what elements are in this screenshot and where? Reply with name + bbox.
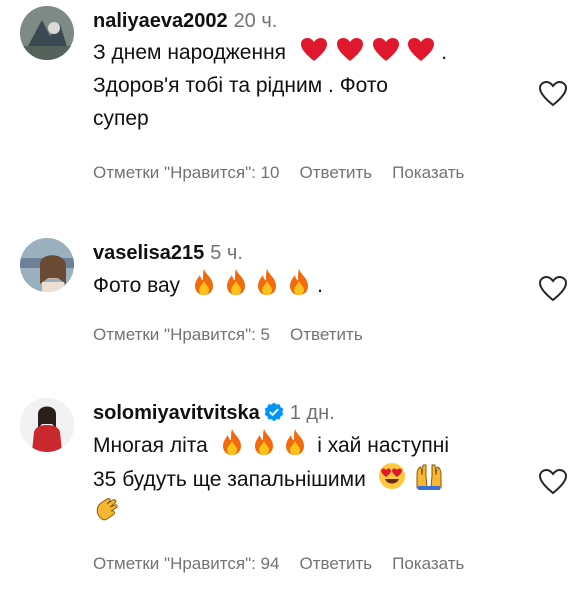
red-heart-icon <box>407 37 435 63</box>
comment-actions: Отметки "Нравится": 5 Ответить <box>93 325 383 345</box>
reply-button[interactable]: Ответить <box>299 554 372 573</box>
reply-button[interactable]: Ответить <box>290 325 363 344</box>
fire-icon <box>192 268 216 296</box>
heart-eyes-icon <box>378 462 406 490</box>
fire-icon <box>255 268 279 296</box>
fire-icon <box>287 268 311 296</box>
emoji-group <box>190 269 317 297</box>
red-heart-icon <box>300 37 328 63</box>
raising-hands-icon <box>414 462 444 490</box>
show-replies-button[interactable]: Показать <box>392 554 464 573</box>
likes-count[interactable]: Отметки "Нравится": 10 <box>93 163 279 182</box>
show-replies-button[interactable]: Показать <box>392 163 464 182</box>
emoji-group <box>298 38 441 64</box>
reply-button[interactable]: Ответить <box>299 163 372 182</box>
like-heart-icon[interactable] <box>538 275 568 303</box>
comment-line: З днем народження <box>93 41 287 64</box>
fire-icon <box>252 428 276 456</box>
avatar[interactable] <box>20 238 74 292</box>
avatar[interactable] <box>20 6 74 60</box>
comment-header: solomiyavitvitska 1 дн. <box>93 400 542 426</box>
comment-header: naliyaeva2002 20 ч. <box>93 8 542 34</box>
comment-text: Фото вау . <box>93 268 542 302</box>
timestamp: 1 дн. <box>289 402 335 424</box>
comment-line: Многая літа <box>93 434 208 457</box>
comment-line: 35 будуть ще запальнішими <box>93 468 366 491</box>
like-heart-icon[interactable] <box>538 468 568 496</box>
likes-count[interactable]: Отметки "Нравится": 94 <box>93 554 279 573</box>
emoji-group <box>218 429 314 457</box>
clapping-hands-icon <box>93 496 121 524</box>
comment-text: Многая літа і хай наступні 35 будуть ще … <box>93 428 542 530</box>
avatar[interactable] <box>20 398 74 452</box>
line-suffix: . <box>441 41 448 64</box>
username[interactable]: vaselisa215 <box>93 242 204 264</box>
line-suffix: . <box>317 274 324 297</box>
username[interactable]: naliyaeva2002 <box>93 10 228 32</box>
comment-line: супер <box>93 107 149 130</box>
comment-actions: Отметки "Нравится": 10 Ответить Показать <box>93 163 484 183</box>
red-heart-icon <box>372 37 400 63</box>
comment-actions: Отметки "Нравится": 94 Ответить Показать <box>93 554 484 574</box>
comment-line: і хай наступні <box>317 434 449 457</box>
red-heart-icon <box>336 37 364 63</box>
fire-icon <box>224 268 248 296</box>
timestamp: 20 ч. <box>233 10 278 32</box>
verified-badge-icon <box>264 402 284 422</box>
fire-icon <box>220 428 244 456</box>
like-heart-icon[interactable] <box>538 80 568 108</box>
fire-icon <box>283 428 307 456</box>
comment-header: vaselisa215 5 ч. <box>93 240 542 266</box>
timestamp: 5 ч. <box>210 242 243 264</box>
username[interactable]: solomiyavitvitska <box>93 402 260 424</box>
comment-line: Фото вау <box>93 274 180 297</box>
likes-count[interactable]: Отметки "Нравится": 5 <box>93 325 270 344</box>
comment-line: Здоров'я тобі та рідним . Фото <box>93 74 388 97</box>
comment-text: З днем народження . Здоров'я тобі та рід… <box>93 36 542 135</box>
